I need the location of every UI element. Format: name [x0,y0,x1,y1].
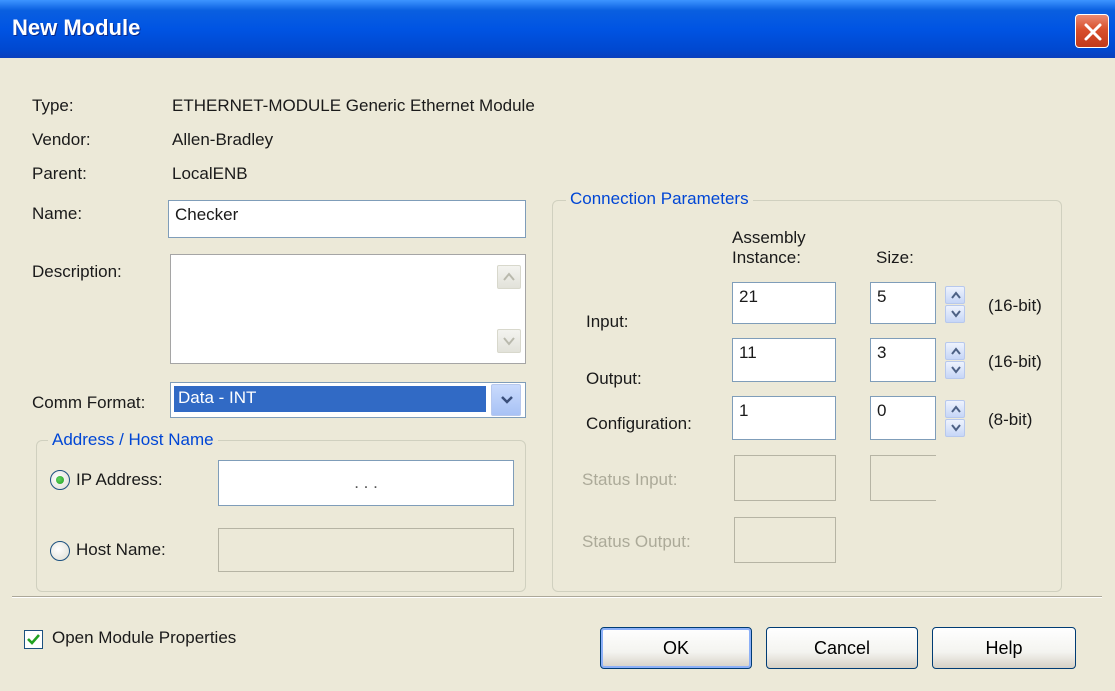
chevron-up-icon [951,291,961,299]
status-input-instance-field [734,455,836,501]
close-button[interactable] [1075,14,1109,48]
connection-group-legend: Connection Parameters [566,189,753,209]
host-name-label[interactable]: Host Name: [76,540,166,560]
input-label: Input: [586,312,629,331]
spin-down-button[interactable] [945,305,965,323]
assembly-instance-header: Assembly Instance: [732,228,806,268]
host-name-input[interactable] [218,528,514,572]
configuration-unit-label: (8-bit) [988,410,1033,429]
output-instance-field[interactable]: 11 [732,338,836,382]
output-unit-label: (16-bit) [988,352,1042,371]
name-input[interactable]: Checker [168,200,526,238]
cancel-button[interactable]: Cancel [766,627,918,669]
type-value: ETHERNET-MODULE Generic Ethernet Module [172,96,535,115]
spin-up-button[interactable] [945,286,965,304]
description-label: Description: [32,262,122,281]
chevron-down-icon [951,366,961,374]
vendor-value: Allen-Bradley [172,130,274,149]
address-group-legend: Address / Host Name [48,430,218,450]
status-output-instance-field [734,517,836,563]
output-size-field[interactable]: 3 [870,338,936,382]
status-input-label: Status Input: [582,470,678,489]
spin-down-button[interactable] [945,361,965,379]
description-scrollbar[interactable] [497,257,523,361]
spin-up-button[interactable] [945,400,965,418]
comm-format-dropdown-button[interactable] [491,384,521,416]
open-module-properties-label[interactable]: Open Module Properties [52,628,236,648]
help-button[interactable]: Help [932,627,1076,669]
chevron-up-icon [951,347,961,355]
comm-format-select[interactable]: Data - INT [170,382,526,418]
chevron-down-icon [951,424,961,432]
output-label: Output: [586,369,642,388]
ip-address-label[interactable]: IP Address: [76,470,163,490]
comm-format-selected-value: Data - INT [173,385,487,413]
scroll-down-button[interactable] [497,329,521,353]
description-textarea[interactable] [170,254,526,364]
close-icon [1084,23,1102,41]
input-size-spinner[interactable] [945,286,965,324]
configuration-label: Configuration: [586,414,692,433]
checkmark-icon [27,634,40,645]
chevron-down-icon [501,396,513,404]
input-unit-label: (16-bit) [988,296,1042,315]
ip-address-radio[interactable] [50,470,70,490]
chevron-up-icon [503,272,515,281]
type-label: Type: [32,96,74,115]
footer-separator [12,596,1102,598]
output-size-spinner[interactable] [945,342,965,380]
ip-address-input[interactable]: . . . [218,460,514,506]
spin-up-button[interactable] [945,342,965,360]
configuration-size-field[interactable]: 0 [870,396,936,440]
name-label: Name: [32,204,83,223]
assembly-header-line2: Instance: [732,248,801,267]
comm-format-label: Comm Format: [32,393,146,412]
radio-selected-dot [56,476,64,484]
parent-value: LocalENB [172,164,248,183]
title-bar[interactable]: New Module [0,0,1115,58]
ok-button[interactable]: OK [600,627,752,669]
input-instance-field[interactable]: 21 [732,282,836,324]
status-output-label: Status Output: [582,532,691,551]
window-title: New Module [12,15,141,40]
new-module-dialog: New Module Type: ETHERNET-MODULE Generic… [0,0,1115,691]
chevron-up-icon [951,405,961,413]
host-name-radio[interactable] [50,541,70,561]
configuration-size-spinner[interactable] [945,400,965,438]
chevron-down-icon [951,310,961,318]
open-module-properties-checkbox[interactable] [24,630,43,649]
scroll-up-button[interactable] [497,265,521,289]
vendor-label: Vendor: [32,130,91,149]
status-input-size-field [870,455,936,501]
spin-down-button[interactable] [945,419,965,437]
parent-label: Parent: [32,164,87,183]
assembly-header-line1: Assembly [732,228,806,247]
chevron-down-icon [503,337,515,346]
size-header: Size: [876,248,914,267]
configuration-instance-field[interactable]: 1 [732,396,836,440]
input-size-field[interactable]: 5 [870,282,936,324]
